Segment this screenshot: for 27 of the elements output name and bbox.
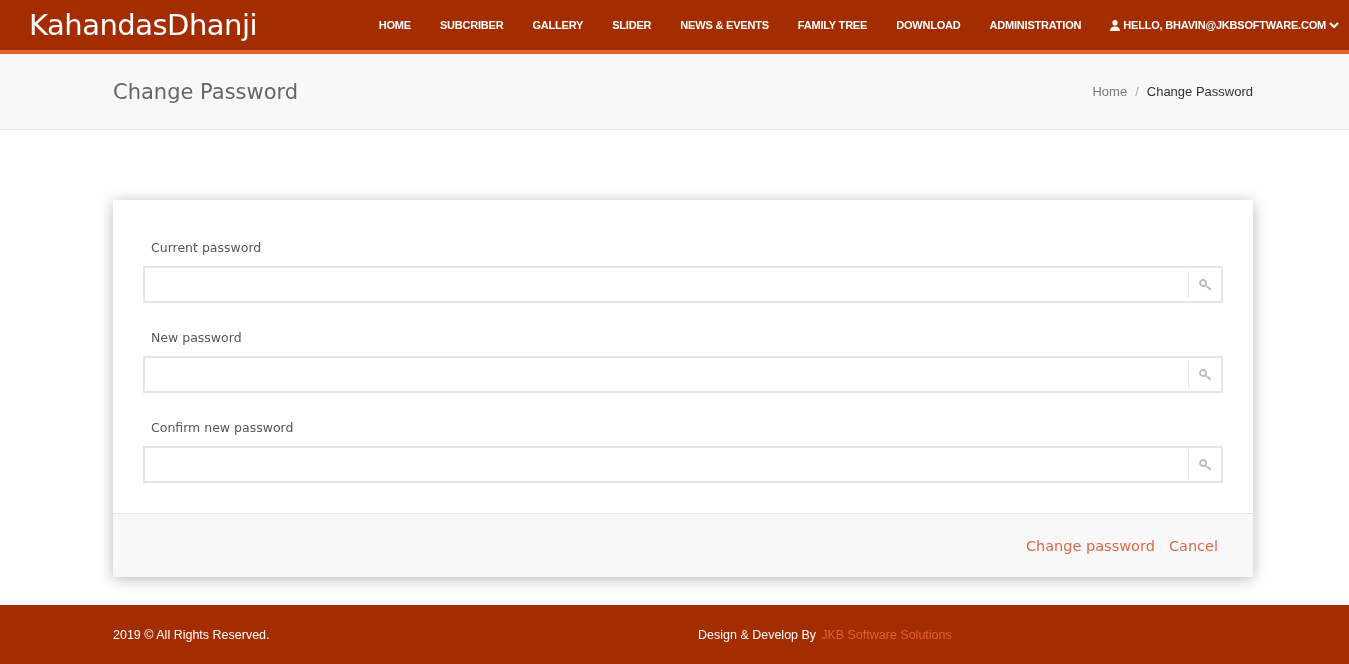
password-field[interactable] (143, 446, 1223, 483)
nav-link[interactable]: HOME (378, 19, 411, 31)
password-field[interactable] (143, 266, 1223, 303)
nav-link[interactable]: NEWS & EVENTS (680, 19, 769, 31)
user-menu[interactable]: HELLO, BHAVIN@JKBSOFTWARE.COM (1123, 19, 1326, 31)
breadcrumb-current: Change Password (1146, 84, 1253, 99)
key-icon (1198, 368, 1212, 381)
site-logo[interactable]: KahandasDhanji (29, 8, 258, 42)
field-label: Current password (150, 240, 263, 255)
page-title: Change Password (113, 79, 299, 104)
field-label: New password (150, 330, 243, 345)
credit-text: Design & Develop By (698, 627, 817, 642)
nav-link[interactable]: DOWNLOAD (896, 19, 961, 31)
nav-link[interactable]: FAMILY TREE (797, 19, 868, 31)
chevron-down-icon (1329, 21, 1339, 29)
key-icon (1198, 278, 1212, 291)
breadcrumb-link[interactable]: Home (1092, 84, 1128, 99)
nav-link[interactable]: SUBCRIBER (439, 19, 504, 31)
password-field[interactable] (143, 356, 1223, 393)
nav-link[interactable]: ADMINISTRATION (989, 19, 1082, 31)
nav-link[interactable]: SLIDER (612, 19, 652, 31)
key-icon (1198, 458, 1212, 471)
user-icon (1110, 19, 1121, 31)
field-label: Confirm new password (150, 420, 295, 435)
copyright-text: 2019 © All Rights Reserved. (113, 627, 271, 642)
breadcrumb-separator: / (1135, 84, 1139, 99)
nav-link[interactable]: GALLERY (532, 19, 584, 31)
